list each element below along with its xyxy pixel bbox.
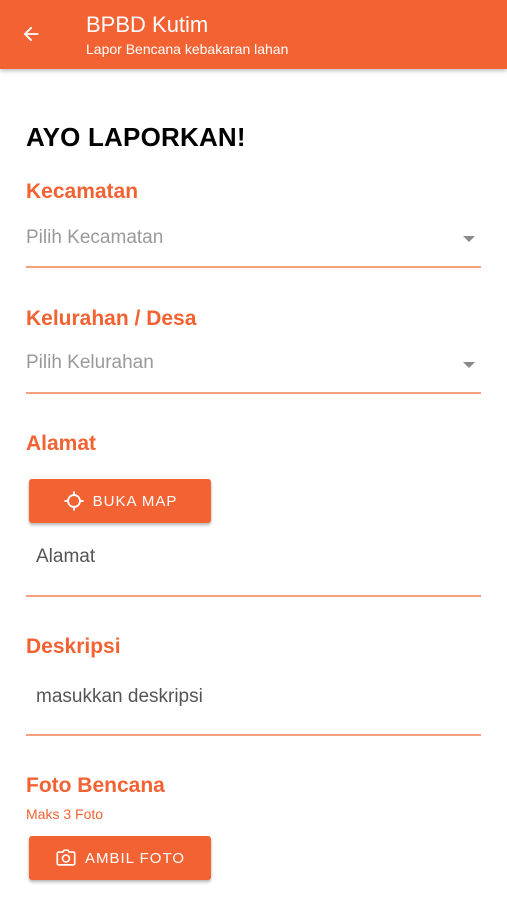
deskripsi-underline [26,734,481,736]
page-heading: AYO LAPORKAN! [26,122,246,152]
chevron-down-icon[interactable] [463,236,475,242]
camera-icon [56,849,76,866]
kecamatan-underline [26,266,481,268]
app-subtitle: Lapor Bencana kebakaran lahan [86,41,289,57]
chevron-down-icon[interactable] [463,362,475,368]
kecamatan-select-value[interactable]: Pilih Kecamatan [26,227,163,249]
kelurahan-select-value[interactable]: Pilih Kelurahan [26,352,154,374]
take-photo-button[interactable]: AMBIL FOTO [29,836,211,880]
foto-limit-hint: Maks 3 Foto [26,806,104,822]
app-bar: BPBD Kutim Lapor Bencana kebakaran lahan [0,0,507,69]
deskripsi-input-text[interactable]: masukkan deskripsi [36,686,203,708]
foto-label: Foto Bencana [26,774,165,797]
take-photo-label: AMBIL FOTO [84,849,185,867]
open-map-button[interactable]: BUKA MAP [29,479,211,523]
open-map-label: BUKA MAP [92,492,178,510]
kelurahan-underline [26,392,481,394]
kelurahan-label: Kelurahan / Desa [26,307,197,330]
alamat-label: Alamat [26,432,97,455]
arrow-left-icon[interactable] [20,23,42,45]
deskripsi-label: Deskripsi [26,635,121,658]
crosshair-icon [64,491,84,511]
kecamatan-label: Kecamatan [26,180,139,203]
app-title: BPBD Kutim [86,12,209,37]
alamat-input-text[interactable]: Alamat [36,546,95,568]
alamat-underline [26,595,481,597]
